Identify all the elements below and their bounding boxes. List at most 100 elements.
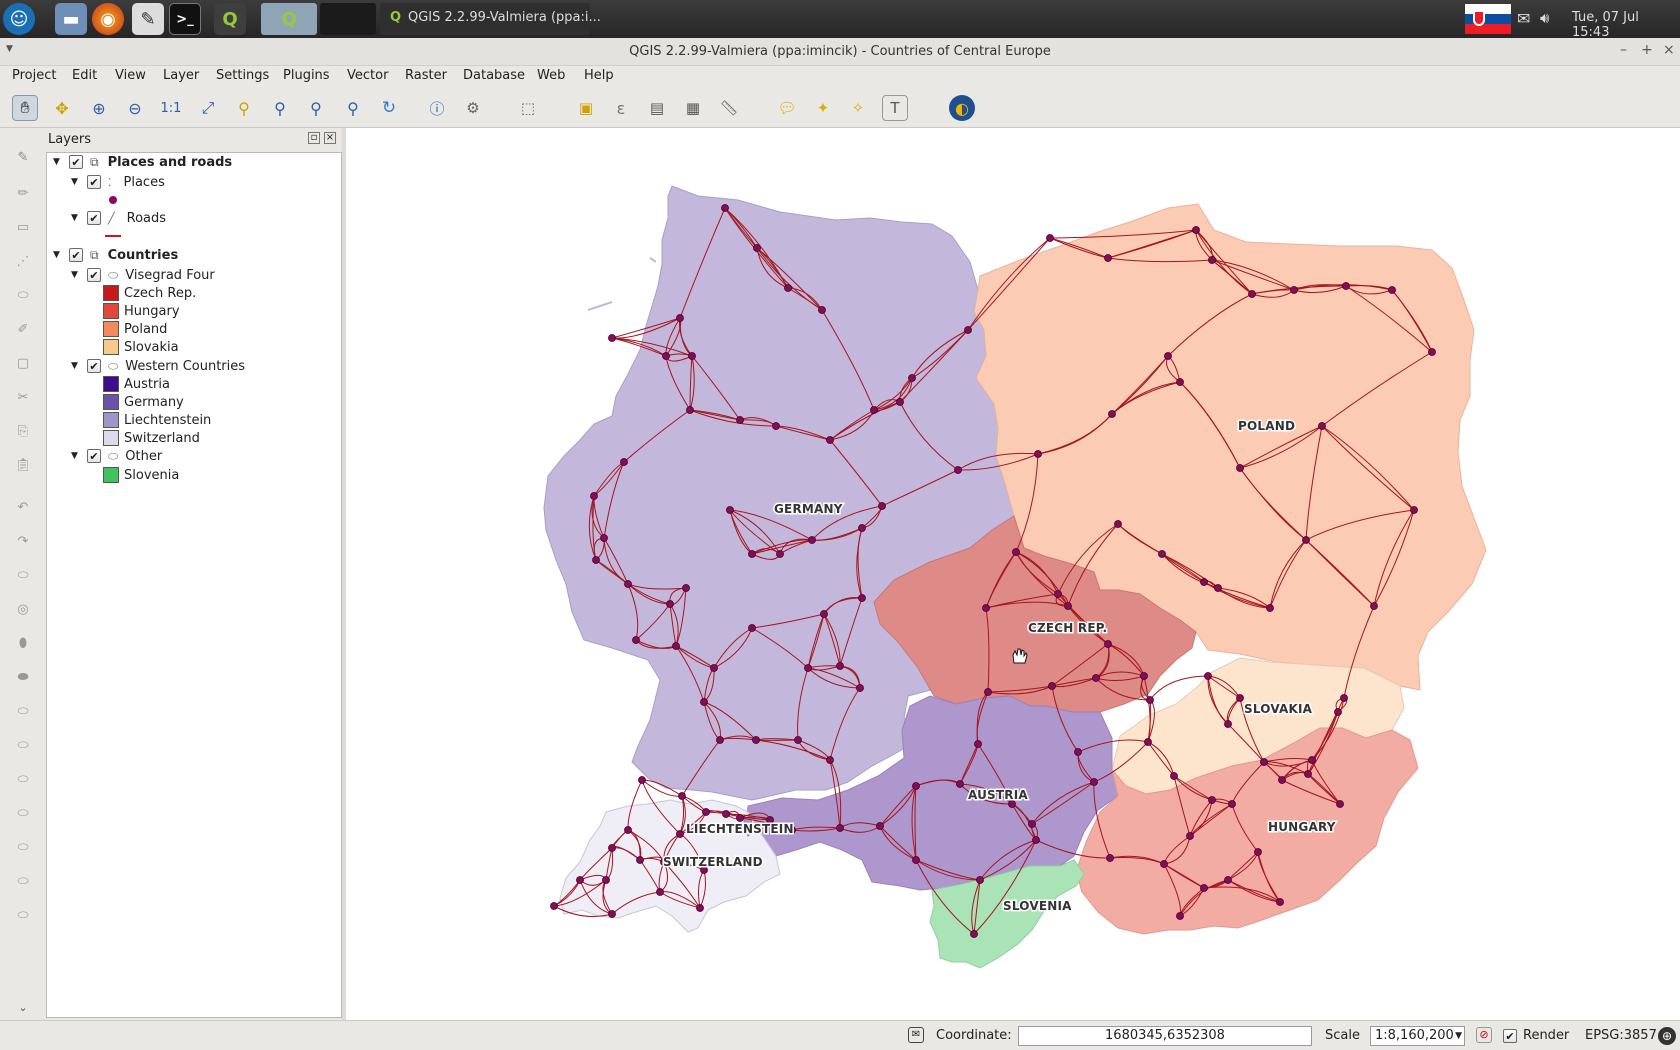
zoom-to-selection-icon[interactable]: ⚲ <box>267 95 293 121</box>
refresh-icon[interactable]: ↻ <box>376 95 402 121</box>
delete-part-icon[interactable]: ⬭ <box>10 732 36 758</box>
layer-roads[interactable]: ▼ ✔ ╱ Roads <box>71 209 166 227</box>
split-parts-icon[interactable]: ⬭ <box>10 868 36 894</box>
layer-checkbox[interactable]: ✔ <box>87 268 101 282</box>
firefox-icon[interactable]: ◉ <box>92 3 124 35</box>
merge-features-icon[interactable]: ⬭ <box>10 902 36 928</box>
terminal-icon[interactable]: >_ <box>169 3 201 35</box>
redo-icon[interactable]: ↷ <box>10 528 36 554</box>
layer-checkbox[interactable]: ✔ <box>87 449 101 463</box>
clock[interactable]: Tue, 07 Jul 15:43 <box>1572 10 1680 40</box>
split-features-icon[interactable]: ⬭ <box>10 834 36 860</box>
layer-places[interactable]: ▼ ✔ ⁚ Places <box>71 173 165 191</box>
menu-settings[interactable]: Settings <box>216 68 269 83</box>
scale-combobox[interactable]: 1:8,160,200 ▼ <box>1370 1026 1465 1046</box>
layer-checkbox[interactable]: ✔ <box>87 175 101 189</box>
delete-selected-icon[interactable]: ▢ <box>10 350 36 376</box>
collapse-icon[interactable]: ▼ <box>71 177 81 187</box>
file-manager-icon[interactable]: ▬ <box>55 3 87 35</box>
group-places-and-roads[interactable]: ▼ ✔ ⧉ Places and roads <box>53 153 232 171</box>
layer-checkbox[interactable]: ✔ <box>87 211 101 225</box>
taskbar-blank-window[interactable] <box>320 3 376 35</box>
save-edits-icon[interactable]: ▭ <box>10 214 36 240</box>
zoom-full-icon[interactable]: ⤢ <box>195 95 221 121</box>
group-countries[interactable]: ▼ ✔ ⧉ Countries <box>53 246 178 264</box>
volume-icon[interactable]: 🔊︎ <box>1540 9 1549 27</box>
copy-icon[interactable]: ⎘ <box>10 418 36 444</box>
toggle-editing-icon[interactable]: ✏ <box>10 180 36 206</box>
menu-database[interactable]: Database <box>463 68 525 83</box>
zoom-to-layer-icon[interactable]: ⚲ <box>231 95 257 121</box>
menu-project[interactable]: Project <box>12 68 56 83</box>
select-features-icon[interactable]: ⬚ <box>515 95 541 121</box>
qgis-launcher-icon[interactable]: Q <box>214 3 246 35</box>
plugin-globe-icon[interactable]: ◐ <box>949 95 975 121</box>
zoom-in-icon[interactable]: ⊕ <box>86 95 112 121</box>
field-calculator-icon[interactable]: ▦ <box>680 95 706 121</box>
qgis-active-launcher[interactable]: Q <box>261 3 317 35</box>
new-bookmark-icon[interactable]: ✦ <box>810 95 836 121</box>
current-edits-icon[interactable]: ✎ <box>10 144 36 170</box>
zoom-out-icon[interactable]: ⊖ <box>122 95 148 121</box>
float-panel-icon[interactable]: ▫ <box>308 132 320 144</box>
menu-plugins[interactable]: Plugins <box>283 68 330 83</box>
add-part-icon[interactable]: ⬮ <box>10 630 36 656</box>
collapse-icon[interactable]: ▼ <box>71 270 81 280</box>
pan-hand-icon[interactable]: ✋︎ <box>12 95 38 121</box>
layer-checkbox[interactable]: ✔ <box>87 359 101 373</box>
zoom-actual-size-icon[interactable]: 1:1 <box>158 95 184 121</box>
expression-select-icon[interactable]: ε <box>608 95 634 121</box>
attribute-table-icon[interactable]: ▤ <box>644 95 670 121</box>
map-tips-icon[interactable]: 💬︎ <box>774 95 800 121</box>
maximize-icon[interactable]: + <box>1641 42 1653 58</box>
show-bookmarks-icon[interactable]: ✧ <box>845 95 871 121</box>
collapse-icon[interactable]: ▼ <box>53 157 63 167</box>
fill-ring-icon[interactable]: ⬬ <box>10 664 36 690</box>
group-checkbox[interactable]: ✔ <box>69 155 83 169</box>
close-icon[interactable]: × <box>1663 42 1675 58</box>
layer-other[interactable]: ▼ ✔ ⬭ Other <box>71 447 162 465</box>
keyboard-layout-flag-icon[interactable] <box>1465 4 1511 34</box>
coordinate-field[interactable]: 1680345,6352308 <box>1018 1026 1312 1046</box>
undo-icon[interactable]: ↶ <box>10 494 36 520</box>
close-panel-icon[interactable]: × <box>324 132 336 144</box>
collapse-icon[interactable]: ▼ <box>71 213 81 223</box>
move-feature-icon[interactable]: ⬭ <box>10 282 36 308</box>
cut-icon[interactable]: ✂ <box>10 384 36 410</box>
collapse-icon[interactable]: ▼ <box>71 451 81 461</box>
layer-visegrad-four[interactable]: ▼ ✔ ⬭ Visegrad Four <box>71 266 215 284</box>
pan-to-selection-icon[interactable]: ✥ <box>49 95 75 121</box>
add-feature-icon[interactable]: ⋰ <box>10 248 36 274</box>
menu-vector[interactable]: Vector <box>347 68 388 83</box>
expand-toolbar-icon[interactable]: ⌄ <box>10 994 36 1020</box>
chevron-down-icon[interactable]: ▼ <box>1455 1027 1462 1045</box>
node-tool-icon[interactable]: ✐ <box>10 316 36 342</box>
crs-label[interactable]: EPSG:3857 <box>1585 1028 1657 1043</box>
menu-view[interactable]: View <box>115 68 146 83</box>
collapse-icon[interactable]: ▼ <box>71 361 81 371</box>
menu-help[interactable]: Help <box>584 68 614 83</box>
messages-icon[interactable]: ✉ <box>908 1027 924 1043</box>
crs-globe-icon[interactable]: ⊕ <box>1658 1027 1676 1045</box>
render-checkbox[interactable]: ✔ <box>1503 1029 1517 1043</box>
deselect-icon[interactable]: ▣ <box>573 95 599 121</box>
group-checkbox[interactable]: ✔ <box>69 248 83 262</box>
add-ring-icon[interactable]: ◎ <box>10 596 36 622</box>
menu-layer[interactable]: Layer <box>163 68 199 83</box>
map-canvas[interactable]: GERMANY POLAND CZECH REP. SLOVAKIA AUSTR… <box>346 128 1680 1020</box>
identify-icon[interactable]: ⓘ <box>424 95 450 121</box>
stop-render-icon[interactable]: ⊘ <box>1476 1027 1492 1043</box>
collapse-icon[interactable]: ▼ <box>53 250 63 260</box>
minimize-icon[interactable]: – <box>1620 42 1627 58</box>
simplify-icon[interactable]: ⬭ <box>10 562 36 588</box>
text-annotation-icon[interactable]: T <box>882 95 908 121</box>
text-editor-icon[interactable]: ✎ <box>132 3 164 35</box>
zoom-last-icon[interactable]: ⚲ <box>303 95 329 121</box>
mail-icon[interactable]: ✉ <box>1517 9 1530 28</box>
measure-icon[interactable]: 📏︎ <box>716 95 742 121</box>
map-svg[interactable]: GERMANY POLAND CZECH REP. SLOVAKIA AUSTR… <box>346 128 1680 1020</box>
paste-icon[interactable]: 📋︎ <box>10 452 36 478</box>
delete-ring-icon[interactable]: ⬭ <box>10 698 36 724</box>
menu-raster[interactable]: Raster <box>405 68 447 83</box>
reshape-icon[interactable]: ⬭ <box>10 766 36 792</box>
